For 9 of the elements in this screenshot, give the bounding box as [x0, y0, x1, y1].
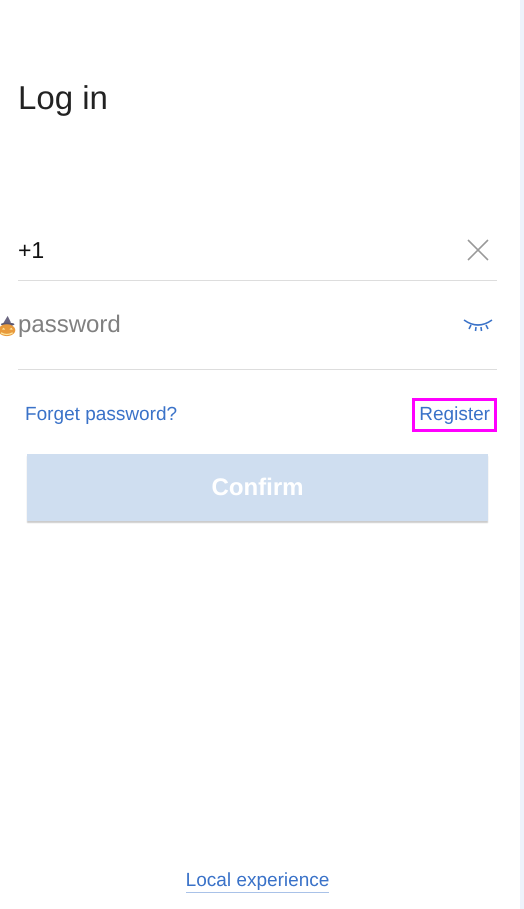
password-field[interactable]: password [18, 311, 463, 339]
pumpkin-icon [0, 315, 17, 337]
local-experience-link[interactable]: Local experience [186, 870, 330, 893]
text-link[interactable]: Forget password? [18, 398, 184, 432]
phone-field[interactable]: +1 [18, 236, 467, 264]
text-link[interactable]: Register [412, 398, 497, 432]
page-title: Log in [18, 78, 109, 118]
clear-icon[interactable] [467, 239, 489, 261]
closed-eye-icon[interactable] [463, 318, 493, 332]
